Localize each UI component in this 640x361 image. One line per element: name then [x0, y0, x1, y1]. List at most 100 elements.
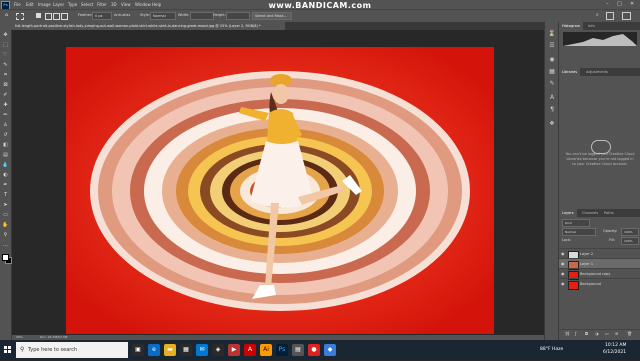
select-and-mask-button[interactable]: Select and Mask...	[252, 12, 292, 20]
store-icon[interactable]: ▦	[180, 344, 192, 356]
path-select-icon[interactable]: ➤	[2, 202, 9, 209]
zoom-tool-icon[interactable]: ⚲	[2, 232, 9, 239]
hand-tool-icon[interactable]: ✋	[2, 222, 9, 229]
minimize-button[interactable]: –	[606, 1, 609, 7]
file-explorer-icon[interactable]: ▬	[164, 344, 176, 356]
histogram-graph	[563, 32, 637, 46]
add-selection-icon[interactable]	[45, 13, 52, 20]
search-icon[interactable]: ⌕	[596, 12, 599, 18]
dodge-tool-icon[interactable]: ◐	[2, 172, 9, 179]
workspace-icon[interactable]	[606, 12, 614, 20]
illustrator-icon[interactable]: Ai	[260, 344, 272, 356]
crop-tool-icon[interactable]: ⌗	[2, 72, 9, 79]
gradient-tool-icon[interactable]: ▤	[2, 152, 9, 159]
properties-panel-icon[interactable]: ☰	[548, 42, 556, 50]
maximize-button[interactable]: □	[617, 1, 622, 7]
app-icon-3[interactable]: ◆	[324, 344, 336, 356]
group-folder-icon[interactable]: ▭	[605, 331, 609, 336]
new-layer-icon[interactable]: ⊞	[615, 331, 618, 336]
record-icon[interactable]: ●	[308, 344, 320, 356]
histogram-tabbar: Histogram Info	[559, 22, 640, 30]
new-selection-icon[interactable]	[36, 13, 41, 18]
history-panel-icon[interactable]: ⌛	[548, 30, 556, 38]
fx-icon[interactable]: ƒ	[575, 331, 576, 336]
visibility-eye-icon[interactable]: ◉	[561, 279, 565, 289]
width-input[interactable]	[190, 12, 214, 20]
blend-mode-select[interactable]: Normal	[562, 228, 596, 236]
height-input[interactable]	[226, 12, 250, 20]
rect-marquee-preset-icon[interactable]	[16, 13, 24, 20]
share-icon[interactable]	[622, 12, 631, 20]
marquee-tool-icon[interactable]: ⬚	[2, 42, 9, 49]
foreground-color-swatch[interactable]	[2, 254, 9, 261]
trash-icon[interactable]: 🗑	[627, 331, 632, 336]
clock-time[interactable]: 10:12 AM	[605, 343, 626, 348]
healing-tool-icon[interactable]: ✚	[2, 102, 9, 109]
edge-icon[interactable]: e	[148, 344, 160, 356]
pen-tool-icon[interactable]: ✒	[2, 182, 9, 189]
adjustment-layer-icon[interactable]: ◑	[595, 331, 599, 336]
close-button[interactable]: ✕	[630, 1, 634, 7]
clock-date[interactable]: 6/12/2021	[603, 350, 626, 355]
frame-tool-icon[interactable]: ⊠	[2, 82, 9, 89]
swatches-panel-icon[interactable]: ▦	[548, 68, 556, 76]
tools-panel: ✥ ⬚ ➰ ✎ ⌗ ⊠ ✐ ✚ ✏ ♙ ↺ ◧ ▤ 💧 ◐ ✒ T ➤ ▭ ✋ …	[0, 22, 12, 340]
paragraph-panel-icon[interactable]: ¶	[548, 106, 556, 114]
layer-row-background[interactable]: ◉ Background	[559, 278, 640, 290]
weather-text[interactable]: 88°F Haze	[540, 347, 563, 352]
fill-input[interactable]: 100%	[621, 237, 639, 245]
intersect-selection-icon[interactable]	[61, 13, 68, 20]
mask-icon[interactable]: ◘	[585, 331, 588, 336]
tab-adjustments[interactable]: Adjustments	[583, 68, 611, 76]
task-view-icon[interactable]: ▣	[132, 344, 144, 356]
eyedropper-tool-icon[interactable]: ✐	[2, 92, 9, 99]
app-icon[interactable]: ◈	[212, 344, 224, 356]
style-select[interactable]: Normal	[150, 12, 176, 20]
move-tool-icon[interactable]: ✥	[2, 32, 9, 39]
canvas[interactable]	[66, 47, 494, 334]
layers-tabbar: Layers Channels Paths	[559, 209, 640, 217]
blur-tool-icon[interactable]: 💧	[2, 162, 9, 169]
app-icon-2[interactable]: ▤	[292, 344, 304, 356]
subtract-selection-icon[interactable]	[53, 13, 60, 20]
shape-tool-icon[interactable]: ▭	[2, 212, 9, 219]
tab-info[interactable]: Info	[585, 22, 598, 30]
opacity-input[interactable]: 100%	[621, 228, 639, 236]
tab-paths[interactable]: Paths	[601, 209, 617, 217]
color-panel-icon[interactable]: ◉	[548, 56, 556, 64]
layer-name[interactable]: Background	[580, 279, 601, 289]
antialias-label[interactable]: Anti-alias	[114, 13, 130, 17]
link-layers-icon[interactable]: ⛓	[565, 331, 570, 336]
tab-histogram[interactable]: Histogram	[559, 22, 584, 30]
opacity-label: Opacity:	[603, 229, 618, 233]
zoom-level[interactable]: 25%	[16, 335, 23, 339]
more-tools-icon[interactable]: …	[2, 242, 9, 249]
tab-channels[interactable]: Channels	[579, 209, 601, 217]
lasso-tool-icon[interactable]: ➰	[2, 52, 9, 59]
document-tab[interactable]: full-length-portrait-positive-stylish-la…	[11, 22, 285, 30]
brush-panel-icon[interactable]: ✎	[548, 80, 556, 88]
mail-icon[interactable]: ✉	[196, 344, 208, 356]
history-brush-icon[interactable]: ↺	[2, 132, 9, 139]
layer-filter-kind[interactable]: Kind	[562, 219, 590, 227]
eraser-tool-icon[interactable]: ◧	[2, 142, 9, 149]
taskbar-search[interactable]: ⚲ Type here to search	[16, 342, 128, 358]
canvas-artwork	[66, 47, 494, 334]
character-panel-icon[interactable]: A	[548, 94, 556, 102]
tab-layers[interactable]: Layers	[559, 209, 577, 217]
libraries-message: You can't be logged into Creative Cloud …	[565, 152, 635, 166]
feather-input[interactable]: 0 px	[92, 12, 112, 20]
media-icon[interactable]: ▶	[228, 344, 240, 356]
type-tool-icon[interactable]: T	[2, 192, 9, 199]
layers-footer: ⛓ ƒ ◘ ◑ ▭ ⊞ 🗑	[559, 329, 640, 338]
acrobat-icon[interactable]: A	[244, 344, 256, 356]
quick-select-tool-icon[interactable]: ✎	[2, 62, 9, 69]
photoshop-task-icon[interactable]: Ps	[276, 344, 288, 356]
home-icon[interactable]: ⌂	[3, 12, 10, 19]
styles-panel-icon[interactable]: ❖	[548, 120, 556, 128]
options-bar: ⌂ Feather: 0 px Anti-alias Style: Normal…	[0, 9, 640, 23]
tab-libraries[interactable]: Libraries	[559, 68, 581, 76]
brush-tool-icon[interactable]: ✏	[2, 112, 9, 119]
stamp-tool-icon[interactable]: ♙	[2, 122, 9, 129]
windows-logo-icon[interactable]	[0, 340, 15, 360]
